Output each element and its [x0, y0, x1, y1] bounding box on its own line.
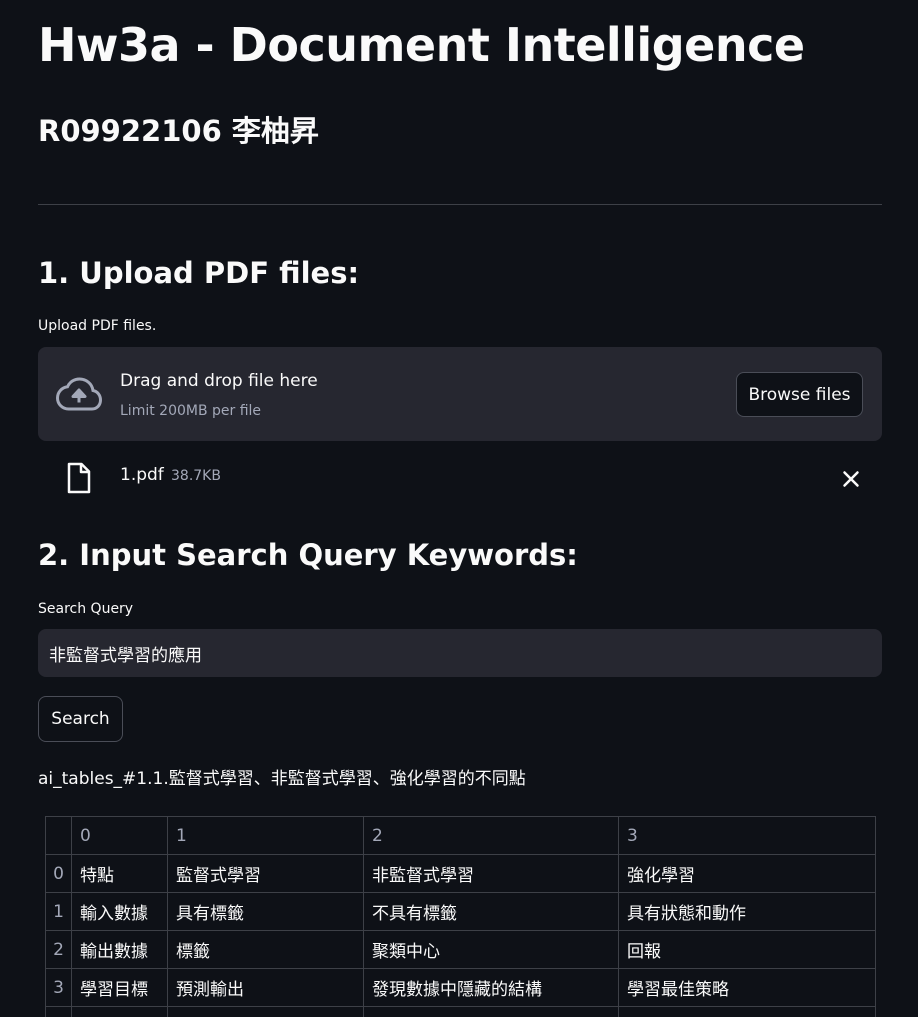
table-cell: 具有狀態和動作 [618, 892, 876, 931]
divider [38, 204, 882, 205]
table-row: 0 特點 監督式學習 非監督式學習 強化學習 [45, 854, 876, 893]
table-header-cell: 0 [71, 816, 168, 855]
result-title: ai_tables_#1.1.監督式學習、非監督式學習、強化學習的不同點 [38, 769, 526, 789]
upload-label: Upload PDF files. [38, 318, 157, 334]
browse-files-button[interactable]: Browse files [736, 372, 863, 417]
result-table: 0 1 2 3 0 特點 監督式學習 非監督式學習 強化學習 1 輸入數據 具有 [45, 816, 876, 1017]
table-cell: 預測輸出 [167, 968, 364, 1007]
search-query-input[interactable] [38, 629, 882, 677]
table-cell: 回報 [618, 930, 876, 969]
table-row [45, 1006, 876, 1017]
table-cell: 特點 [71, 854, 168, 893]
table-header-cell: 1 [167, 816, 364, 855]
table-cell: 學習目標 [71, 968, 168, 1007]
table-row: 1 輸入數據 具有標籤 不具有標籤 具有狀態和動作 [45, 892, 876, 931]
table-cell: 具有標籤 [167, 892, 364, 931]
page-subtitle: R09922106 李柚昇 [38, 114, 319, 148]
search-section-title: 2. Input Search Query Keywords: [38, 538, 578, 572]
file-dropzone[interactable]: Drag and drop file here Limit 200MB per … [38, 347, 882, 441]
row-index: 2 [45, 930, 72, 969]
dropzone-limit: Limit 200MB per file [120, 403, 262, 419]
table-header-row: 0 1 2 3 [45, 816, 876, 855]
row-index: 1 [45, 892, 72, 931]
table-cell: 非監督式學習 [363, 854, 619, 893]
table-cell: 發現數據中隱藏的結構 [363, 968, 619, 1007]
table-cell: 輸出數據 [71, 930, 168, 969]
table-row: 3 學習目標 預測輸出 發現數據中隱藏的結構 學習最佳策略 [45, 968, 876, 1007]
table-header-cell: 3 [618, 816, 876, 855]
cloud-upload-icon [56, 377, 102, 411]
close-icon[interactable] [838, 466, 864, 492]
uploaded-file-row: 1.pdf 38.7KB [38, 458, 882, 498]
search-query-label: Search Query [38, 601, 134, 617]
row-index: 0 [45, 854, 72, 893]
table-cell: 標籤 [167, 930, 364, 969]
dropzone-instructions: Drag and drop file here [120, 371, 318, 391]
table-cell: 學習最佳策略 [618, 968, 876, 1007]
table-header-cell [45, 816, 72, 855]
page-title: Hw3a - Document Intelligence [38, 18, 805, 72]
upload-section-title: 1. Upload PDF files: [38, 256, 360, 290]
table-cell: 強化學習 [618, 854, 876, 893]
row-index: 3 [45, 968, 72, 1007]
file-size: 38.7KB [171, 468, 221, 484]
file-icon [67, 462, 91, 494]
table-cell: 不具有標籤 [363, 892, 619, 931]
search-button[interactable]: Search [38, 696, 123, 742]
table-cell: 監督式學習 [167, 854, 364, 893]
table-cell: 聚類中心 [363, 930, 619, 969]
table-header-cell: 2 [363, 816, 619, 855]
table-row: 2 輸出數據 標籤 聚類中心 回報 [45, 930, 876, 969]
table-cell: 輸入數據 [71, 892, 168, 931]
file-name: 1.pdf [120, 465, 164, 485]
app-page: Hw3a - Document Intelligence R09922106 李… [0, 0, 918, 1017]
